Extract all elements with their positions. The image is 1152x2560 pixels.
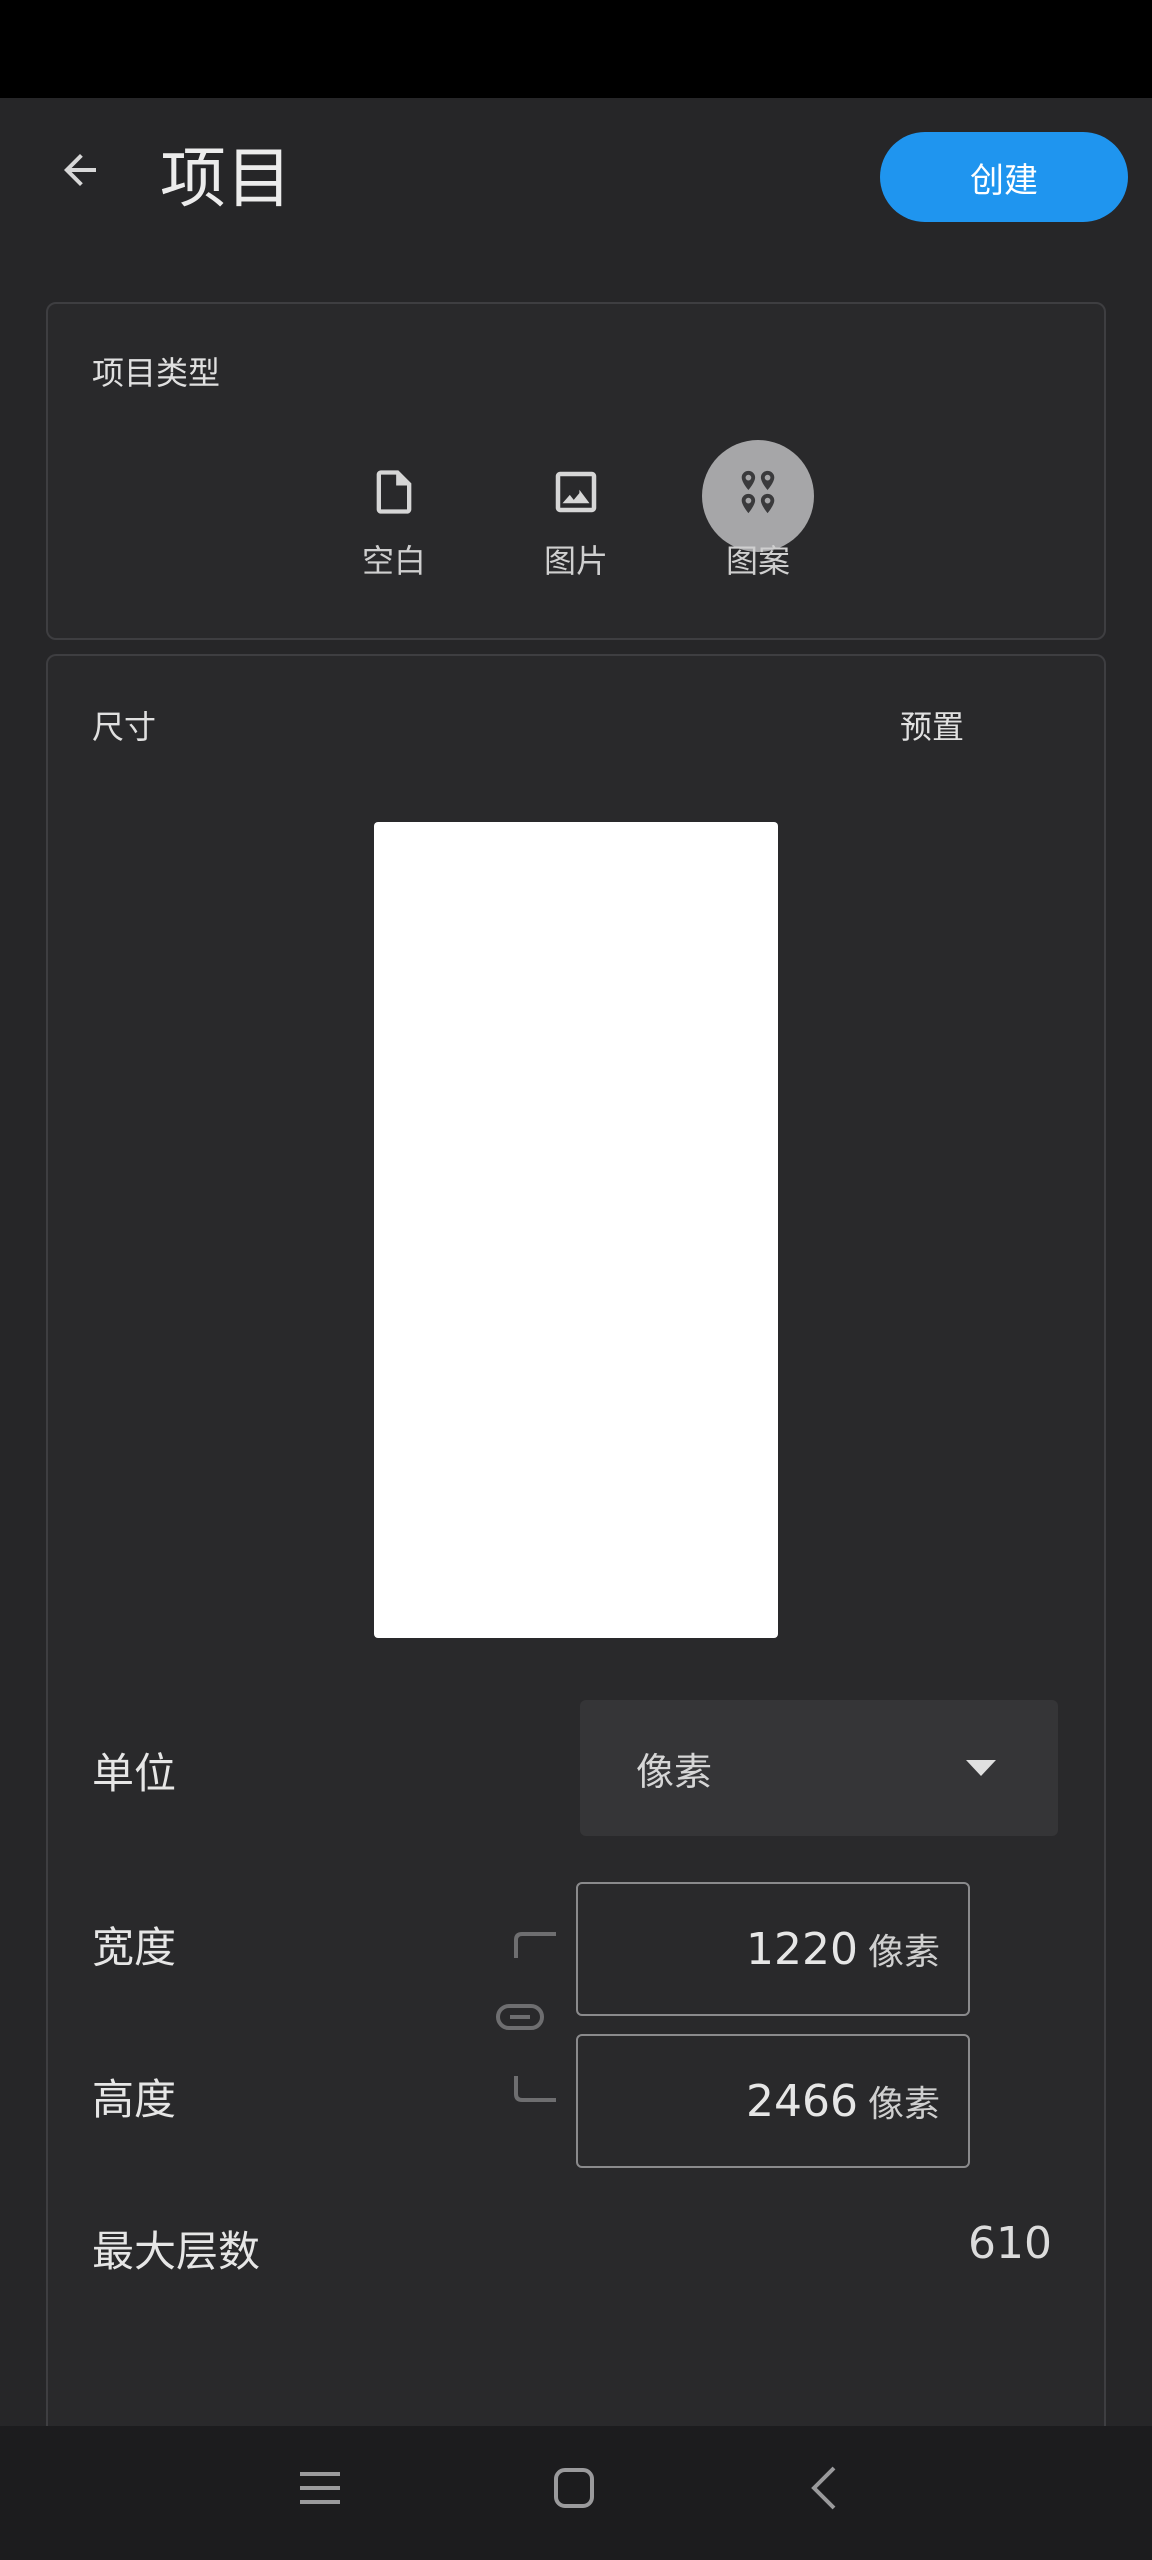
- create-button[interactable]: 创建: [880, 132, 1128, 222]
- page-title: 项目: [160, 140, 292, 217]
- type-option-blank[interactable]: 空白: [334, 462, 454, 582]
- menu-icon: [300, 2472, 340, 2504]
- canvas-preview: [374, 822, 778, 1638]
- max-layers-label: 最大层数: [92, 2227, 261, 2276]
- unit-dropdown-value: 像素: [636, 1749, 713, 1794]
- arrow-left-icon: [64, 154, 96, 186]
- pattern-icon: [741, 470, 775, 514]
- chevron-left-icon: [811, 2466, 836, 2510]
- dropdown-arrow-icon: [966, 1760, 996, 1776]
- nav-back-button[interactable]: [774, 2438, 874, 2538]
- width-label: 宽度: [92, 1923, 177, 1972]
- size-title: 尺寸: [92, 708, 157, 746]
- height-input[interactable]: 2466 像素: [576, 2034, 970, 2168]
- width-unit: 像素: [867, 1932, 940, 1973]
- height-label: 高度: [92, 2075, 177, 2124]
- link-icon: [496, 1932, 556, 2102]
- width-input[interactable]: 1220 像素: [576, 1882, 970, 2016]
- type-option-label: 空白: [361, 542, 426, 580]
- height-value: 2466: [746, 2075, 858, 2127]
- image-icon: [555, 471, 597, 513]
- type-option-label: 图片: [543, 542, 608, 580]
- type-option-label: 图案: [725, 542, 790, 580]
- nav-home-button[interactable]: [524, 2438, 624, 2538]
- home-icon: [554, 2468, 594, 2508]
- file-icon: [376, 470, 412, 514]
- preset-button[interactable]: 预置: [900, 702, 964, 748]
- back-button[interactable]: [40, 130, 120, 210]
- unit-dropdown[interactable]: 像素: [580, 1700, 1058, 1836]
- type-option-pattern[interactable]: 图案: [698, 462, 818, 582]
- type-option-image[interactable]: 图片: [516, 462, 636, 582]
- aspect-link-toggle[interactable]: [492, 1930, 562, 2104]
- project-type-title: 项目类型: [92, 354, 221, 392]
- height-unit: 像素: [867, 2084, 940, 2125]
- width-value: 1220: [746, 1923, 858, 1975]
- status-bar: [0, 0, 1152, 98]
- unit-label: 单位: [92, 1749, 177, 1798]
- nav-recents-button[interactable]: [270, 2438, 370, 2538]
- max-layers-value: 610: [968, 2218, 1052, 2269]
